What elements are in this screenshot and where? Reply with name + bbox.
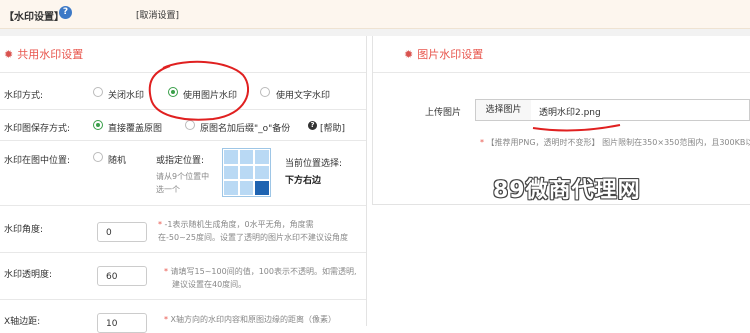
annotation-circle <box>148 60 249 121</box>
annotation-layer <box>148 60 621 132</box>
annotation-underline <box>532 124 621 132</box>
